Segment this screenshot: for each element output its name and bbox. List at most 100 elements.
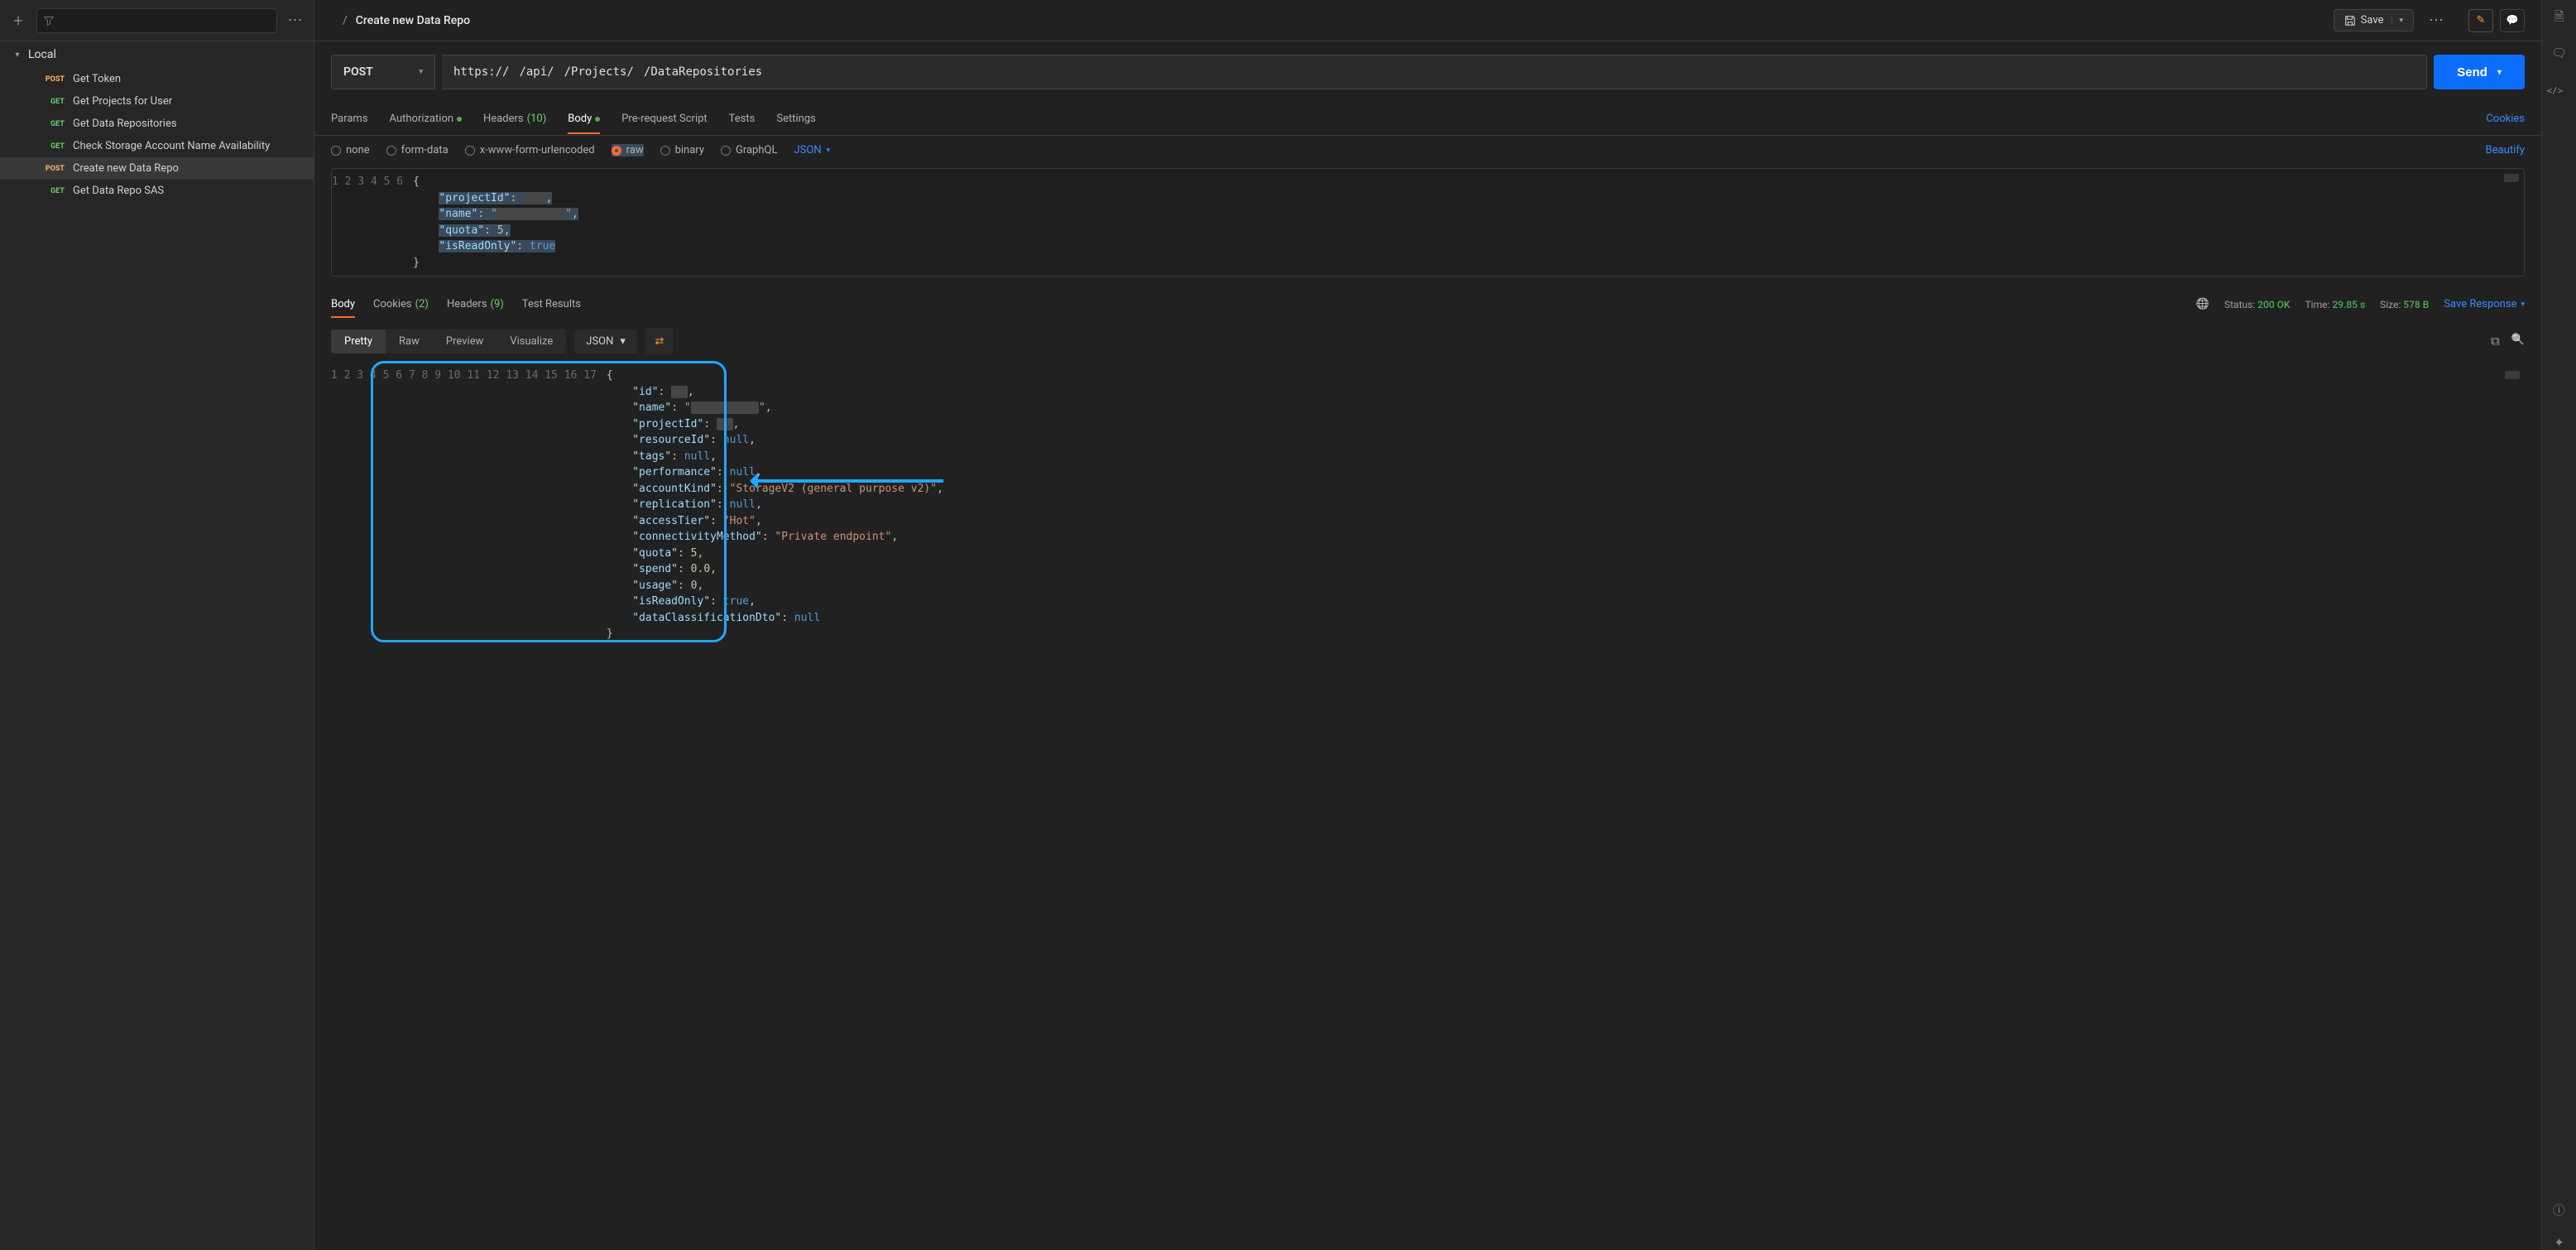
sidebar-request-item[interactable]: GETGet Data Repo SAS [0, 180, 314, 202]
view-pretty[interactable]: Pretty [331, 329, 386, 353]
url-seg: /Projects/ [564, 65, 634, 79]
tab-settings[interactable]: Settings [776, 104, 815, 133]
sidebar-request-item[interactable]: GETGet Projects for User [0, 90, 314, 113]
auth-active-dot [457, 117, 462, 122]
main-pane: / Create new Data Repo Save ▾ ⋯ POST [314, 0, 2541, 1250]
bodytype-binary[interactable]: binary [660, 144, 704, 156]
search-response-button[interactable] [2511, 334, 2525, 349]
request-more-button[interactable]: ⋯ [2422, 8, 2450, 32]
chevron-down-icon: ▾ [620, 335, 626, 348]
time-value: 29.85 s [2332, 299, 2365, 310]
sidebar: ▾ Local POSTGet TokenGETGet Projects for… [0, 0, 314, 1250]
request-method-badge: GET [41, 142, 65, 151]
response-tab-cookies[interactable]: Cookies(2) [373, 291, 429, 317]
chevron-down-icon: ▾ [827, 147, 831, 155]
request-body-editor[interactable]: 1 2 3 4 5 6 { "projectId": , "name": " "… [331, 168, 2525, 276]
url-scheme: https:// [453, 65, 509, 79]
sidebar-request-item[interactable]: GET Get Data Repositories [0, 113, 314, 135]
url-seg: /api/ [519, 65, 554, 79]
request-method-badge: GET [41, 120, 65, 128]
save-response-button[interactable]: Save Response▾ [2444, 298, 2525, 310]
request-list: POSTGet TokenGETGet Projects for UserGET… [0, 68, 314, 202]
annotation-arrow [753, 479, 943, 483]
tab-body[interactable]: Body [568, 104, 600, 133]
bodytype-graphql[interactable]: GraphQL [721, 144, 777, 156]
bodytype-formdata[interactable]: form-data [386, 144, 449, 156]
request-item-name: Create new Data Repo [73, 162, 179, 175]
copy-response-button[interactable] [2491, 334, 2500, 349]
response-tab-body[interactable]: Body [331, 291, 355, 317]
request-item-name: Check Storage Account Name Availability [73, 140, 270, 152]
save-caret-icon[interactable]: ▾ [2391, 17, 2403, 25]
request-method-badge: GET [41, 187, 65, 195]
chevron-down-icon: ▾ [2521, 300, 2525, 309]
sidebar-more-button[interactable] [284, 9, 307, 32]
pen-icon [2477, 14, 2486, 26]
code-snippet-button[interactable] [2547, 77, 2572, 1185]
view-visualize[interactable]: Visualize [496, 329, 566, 353]
right-rail [2541, 0, 2576, 1250]
plus-icon [13, 11, 22, 31]
globe-icon[interactable] [2196, 298, 2209, 310]
comments-panel-button[interactable] [2551, 46, 2567, 60]
ellipsis-icon [288, 12, 304, 29]
tab-tests[interactable]: Tests [729, 104, 756, 133]
documentation-button[interactable] [2554, 8, 2564, 29]
send-label: Send [2457, 65, 2487, 79]
sidebar-request-item[interactable]: POSTGet Token [0, 68, 314, 90]
response-language-select[interactable]: JSON▾ [574, 329, 637, 353]
url-seg: /DataRepositories [644, 65, 762, 79]
body-language-select[interactable]: JSON▾ [794, 144, 830, 156]
request-item-name: Get Token [73, 73, 121, 85]
save-label: Save [2361, 14, 2384, 26]
sidebar-filter-input[interactable] [36, 8, 277, 33]
wrap-lines-button[interactable] [645, 328, 674, 354]
request-item-name: Get Projects for User [73, 95, 172, 108]
tab-params[interactable]: Params [331, 104, 368, 133]
method-value: POST [343, 65, 373, 79]
info-button[interactable] [2553, 1201, 2565, 1219]
tab-authorization[interactable]: Authorization [390, 104, 463, 133]
bodytype-none[interactable]: none [331, 144, 370, 156]
tips-button[interactable] [2554, 1235, 2564, 1250]
send-button[interactable]: Send ▾ [2434, 55, 2525, 89]
view-preview[interactable]: Preview [433, 329, 496, 353]
breadcrumb: / Create new Data Repo [331, 14, 470, 27]
comments-button[interactable] [2500, 9, 2525, 32]
size-value: 578 B [2403, 299, 2429, 310]
bodytype-raw[interactable]: raw [612, 144, 644, 156]
response-tab-testresults[interactable]: Test Results [522, 291, 581, 317]
bodytype-xwww[interactable]: x-www-form-urlencoded [465, 144, 595, 156]
body-active-dot [595, 117, 600, 122]
tab-prerequest[interactable]: Pre-request Script [621, 104, 707, 133]
collection-header[interactable]: ▾ Local [0, 41, 314, 68]
sidebar-request-item[interactable]: GET Check Storage Account Name Availabili… [0, 135, 314, 157]
response-body-editor[interactable]: 1 2 3 4 5 6 7 8 9 10 11 12 13 14 15 16 1… [331, 363, 2525, 647]
editor-minimap[interactable] [2505, 371, 2520, 379]
response-view-segments: Pretty Raw Preview Visualize [331, 329, 566, 353]
tab-headers[interactable]: Headers(10) [483, 104, 546, 133]
request-item-name: Get Data Repositories [73, 118, 177, 130]
filter-icon [44, 16, 54, 26]
editor-minimap[interactable] [2504, 174, 2519, 182]
save-button[interactable]: Save ▾ [2334, 9, 2414, 31]
cookies-link[interactable]: Cookies [2486, 113, 2525, 125]
response-tab-headers[interactable]: Headers(9) [447, 291, 504, 317]
chevron-down-icon: ▾ [2497, 68, 2502, 77]
chat-icon [2506, 14, 2519, 26]
breadcrumb-separator: / [343, 14, 348, 27]
edit-button[interactable] [2468, 9, 2493, 32]
url-input[interactable]: https:// /api/ /Projects/ /DataRepositor… [442, 55, 2427, 89]
chevron-down-icon: ▾ [12, 50, 23, 60]
page-title: Create new Data Repo [356, 14, 470, 27]
status-label: Status: 200 OK [2224, 299, 2291, 310]
save-icon [2344, 15, 2356, 26]
chevron-down-icon: ▾ [419, 68, 423, 76]
beautify-link[interactable]: Beautify [2486, 144, 2525, 156]
time-label: Time: 29.85 s [2305, 299, 2366, 310]
method-select[interactable]: POST ▾ [331, 55, 435, 89]
collection-name: Local [28, 48, 56, 61]
new-request-button[interactable] [7, 9, 30, 32]
sidebar-request-item[interactable]: POSTCreate new Data Repo [0, 157, 314, 180]
view-raw[interactable]: Raw [386, 329, 433, 353]
